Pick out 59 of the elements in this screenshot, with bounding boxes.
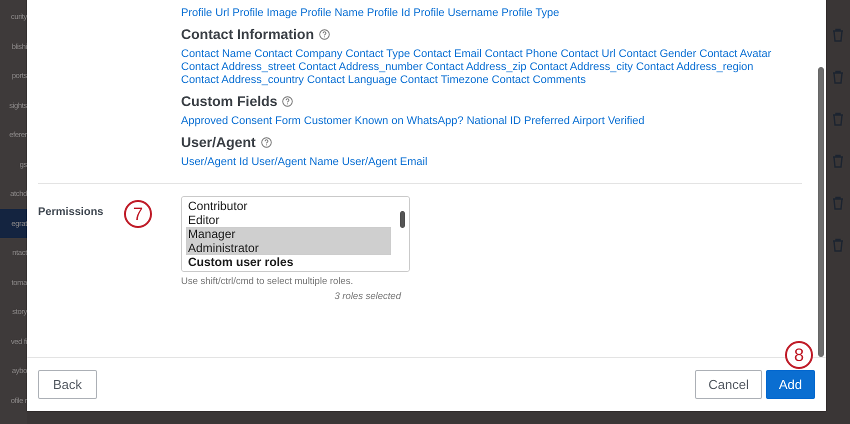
field-link[interactable]: Verified <box>608 115 645 127</box>
step-callout: 7 <box>124 200 152 228</box>
field-link[interactable]: Contact Name <box>181 48 252 60</box>
add-button[interactable]: Add <box>766 370 815 399</box>
field-link[interactable]: Contact Language <box>306 74 397 86</box>
help-text: Use shift/ctrl/cmd to select multiple roles. <box>181 276 354 287</box>
field-link[interactable]: Contact Address_number <box>298 61 423 73</box>
field-label: Permissions <box>38 206 104 218</box>
selection-count: 3 roles selected <box>333 291 401 302</box>
field-link[interactable]: Contact Comments <box>492 74 586 86</box>
trash-icon[interactable] <box>832 154 844 168</box>
trash-icon[interactable] <box>832 70 844 84</box>
field-link[interactable]: Profile Image <box>232 7 298 19</box>
field-link[interactable]: Preferred Airport <box>524 115 605 127</box>
section-heading: Contact Information <box>181 26 314 42</box>
cancel-button[interactable]: Cancel <box>695 370 762 399</box>
step-callout: 8 <box>785 341 813 369</box>
field-link[interactable]: Contact Avatar <box>699 48 772 60</box>
trash-icon[interactable] <box>832 112 844 126</box>
help-icon[interactable] <box>260 136 272 148</box>
roles-listbox[interactable]: Contributor Editor Manager Administrator Custom user roles <box>181 196 410 272</box>
role-option[interactable]: Contributor <box>186 199 391 213</box>
field-link[interactable]: Contact Phone <box>484 48 558 60</box>
field-link[interactable]: User/Agent Name <box>251 156 339 168</box>
field-link[interactable]: Contact Address_zip <box>426 61 526 73</box>
role-option[interactable]: Manager <box>186 227 391 241</box>
trash-icon[interactable] <box>832 196 844 210</box>
scrollbar[interactable] <box>818 67 824 357</box>
field-link[interactable]: Contact Address_country <box>181 74 304 86</box>
field-link[interactable]: Profile Name <box>300 7 364 19</box>
field-link[interactable]: Customer Known on WhatsApp? <box>304 115 464 127</box>
field-link[interactable]: Contact Url <box>560 48 616 60</box>
field-link[interactable]: Profile Id <box>366 7 410 19</box>
field-link[interactable]: Contact Address_street <box>181 61 296 73</box>
trash-icon[interactable] <box>832 238 844 252</box>
role-option[interactable]: Editor <box>186 213 391 227</box>
field-link[interactable]: User/Agent Id <box>181 156 248 168</box>
section-heading: Custom Fields <box>181 93 278 109</box>
help-icon[interactable] <box>319 28 330 40</box>
field-link[interactable]: Contact Address_city <box>530 61 633 73</box>
field-link[interactable]: Profile Url <box>181 7 230 19</box>
field-link[interactable]: Contact Company <box>254 48 342 60</box>
field-link[interactable]: Contact Gender <box>618 48 696 60</box>
field-link[interactable]: National ID <box>466 115 521 127</box>
trash-icon[interactable] <box>832 28 844 42</box>
role-option[interactable]: Administrator <box>186 241 391 255</box>
back-button[interactable]: Back <box>38 370 97 399</box>
field-link[interactable]: Contact Type <box>345 48 410 60</box>
field-link[interactable]: Profile Type <box>501 7 560 19</box>
field-link[interactable]: Approved Consent Form <box>181 115 301 127</box>
help-icon[interactable] <box>282 96 294 106</box>
field-link[interactable]: Profile Username <box>413 7 498 19</box>
field-link[interactable]: Contact Timezone <box>400 74 489 86</box>
field-link[interactable]: Contact Email <box>413 48 482 60</box>
role-option[interactable]: Custom user roles <box>186 255 391 269</box>
field-link[interactable]: User/Agent Email <box>342 156 428 168</box>
field-link[interactable]: Contact Address_region <box>636 61 754 73</box>
section-heading: User/Agent <box>181 134 256 150</box>
scrollbar-thumb[interactable] <box>400 211 405 228</box>
